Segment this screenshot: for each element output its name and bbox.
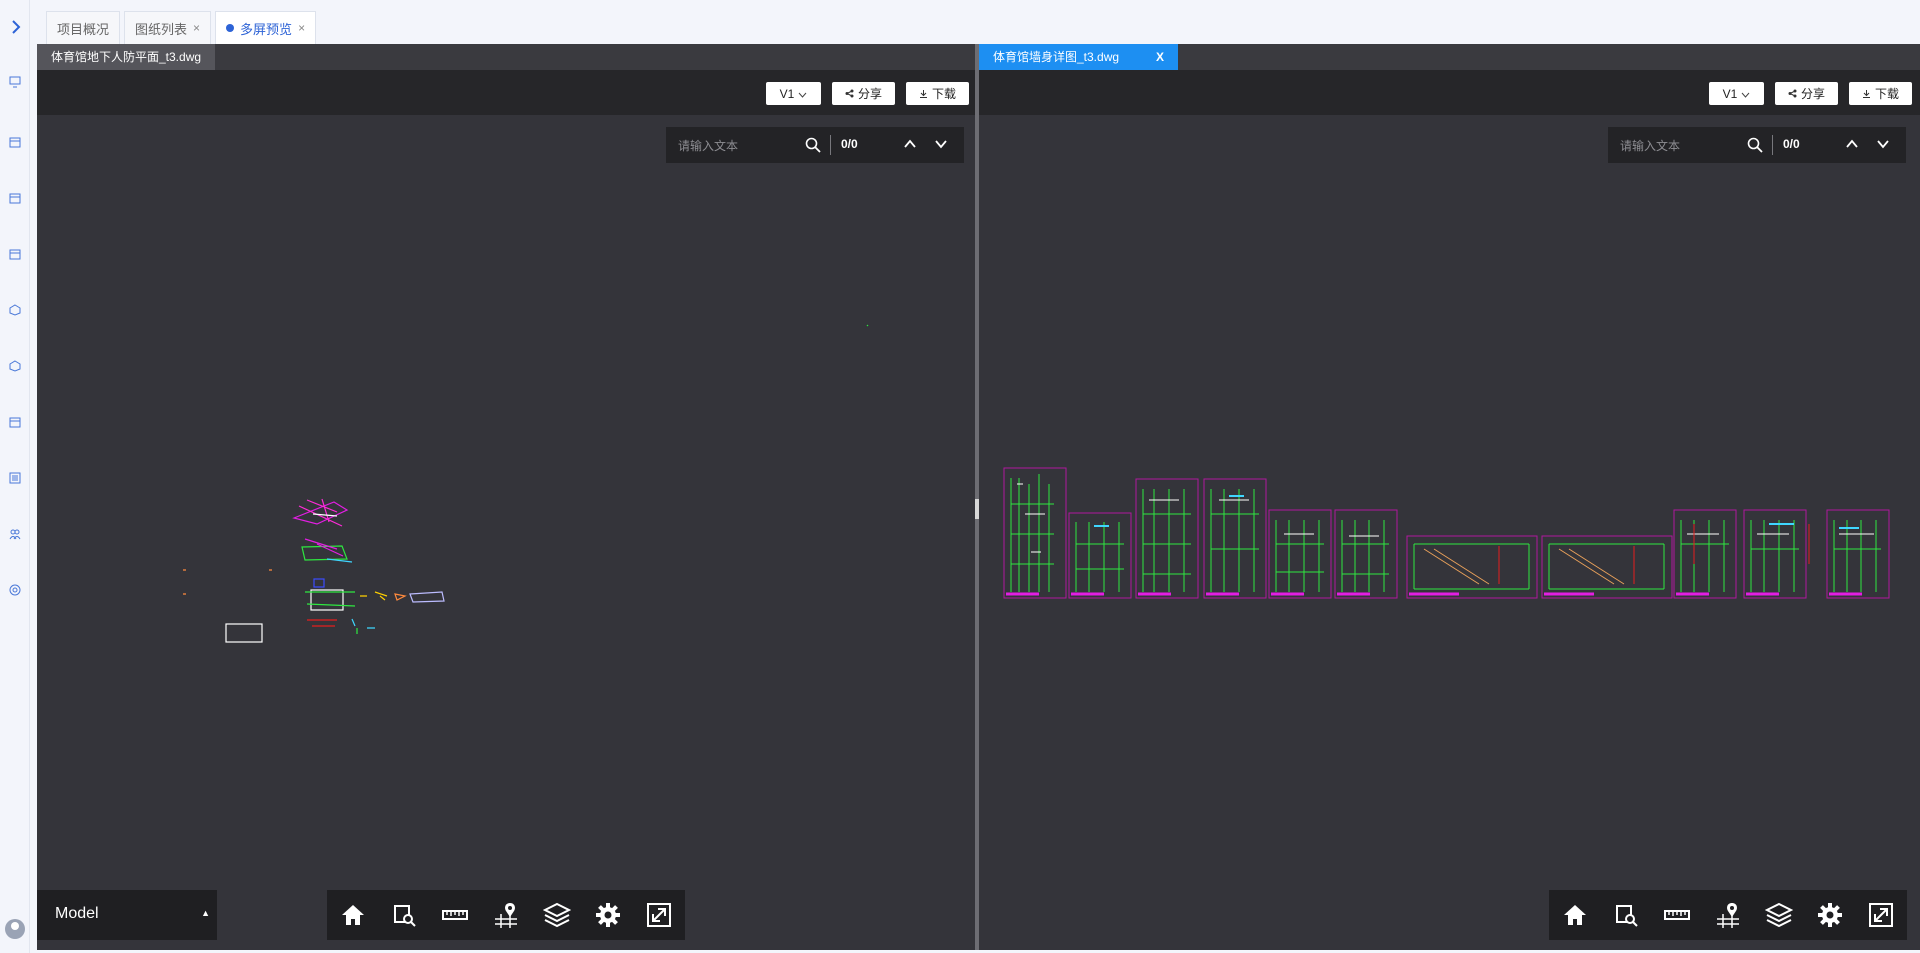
layers-icon[interactable] bbox=[531, 890, 582, 940]
tab-label: 图纸列表 bbox=[135, 21, 188, 37]
bottom-toolbar bbox=[327, 890, 685, 940]
chevron-right-icon[interactable] bbox=[8, 18, 24, 36]
layers-icon[interactable] bbox=[1753, 890, 1804, 940]
tab-project-overview[interactable]: 项目概况 bbox=[46, 11, 121, 44]
left-cad-viewer[interactable]: 体育馆地下人防平面_t3.dwg V1 分享 下载 请输入文本 0/0 Mode… bbox=[37, 44, 975, 950]
settings-circle-icon[interactable] bbox=[9, 584, 21, 596]
measure-ruler-icon[interactable] bbox=[1651, 890, 1702, 940]
page-tabs: 项目概况 图纸列表 × 多屏预览 × bbox=[46, 11, 317, 44]
cad-drawing-canvas[interactable] bbox=[37, 44, 975, 950]
fullscreen-icon[interactable] bbox=[633, 890, 684, 940]
tab-multi-screen-preview[interactable]: 多屏预览 × bbox=[215, 11, 317, 44]
calendar-icon[interactable] bbox=[9, 416, 21, 428]
fullscreen-icon[interactable] bbox=[1855, 890, 1906, 940]
tab-label: 多屏预览 bbox=[240, 21, 293, 37]
monitor-icon[interactable] bbox=[9, 76, 21, 88]
users-icon[interactable] bbox=[9, 528, 21, 540]
layout-label: Model bbox=[55, 905, 99, 922]
calendar-icon[interactable] bbox=[9, 248, 21, 260]
user-avatar-icon[interactable] bbox=[5, 919, 25, 939]
tab-label: 项目概况 bbox=[57, 21, 110, 37]
location-pin-icon[interactable] bbox=[1702, 890, 1753, 940]
calendar-icon[interactable] bbox=[9, 192, 21, 204]
home-icon[interactable] bbox=[327, 890, 378, 940]
document-list-icon[interactable] bbox=[9, 472, 21, 484]
measure-ruler-icon[interactable] bbox=[429, 890, 480, 940]
zoom-window-icon[interactable] bbox=[378, 890, 429, 940]
layout-selector[interactable]: Model ▲ bbox=[37, 890, 217, 940]
cad-drawing-canvas[interactable] bbox=[979, 44, 1920, 950]
cube-icon[interactable] bbox=[9, 360, 21, 372]
cad-drawing-left bbox=[183, 324, 869, 643]
cad-drawing-right bbox=[1003, 467, 1890, 599]
bottom-toolbar bbox=[1549, 890, 1907, 940]
location-pin-icon[interactable] bbox=[480, 890, 531, 940]
settings-gear-icon[interactable] bbox=[582, 890, 633, 940]
calendar-icon[interactable] bbox=[9, 136, 21, 148]
zoom-window-icon[interactable] bbox=[1600, 890, 1651, 940]
cube-icon[interactable] bbox=[9, 304, 21, 316]
home-icon[interactable] bbox=[1549, 890, 1600, 940]
settings-gear-icon[interactable] bbox=[1804, 890, 1855, 940]
caret-up-icon: ▲ bbox=[201, 908, 210, 918]
side-navigation bbox=[0, 0, 30, 953]
tab-drawing-list[interactable]: 图纸列表 × bbox=[124, 11, 212, 44]
close-icon[interactable]: × bbox=[193, 21, 200, 35]
right-cad-viewer[interactable]: 体育馆墙身详图_t3.dwg X V1 分享 下载 请输入文本 0/0 bbox=[979, 44, 1920, 950]
close-icon[interactable]: × bbox=[298, 21, 305, 35]
active-dot-icon bbox=[226, 24, 235, 32]
